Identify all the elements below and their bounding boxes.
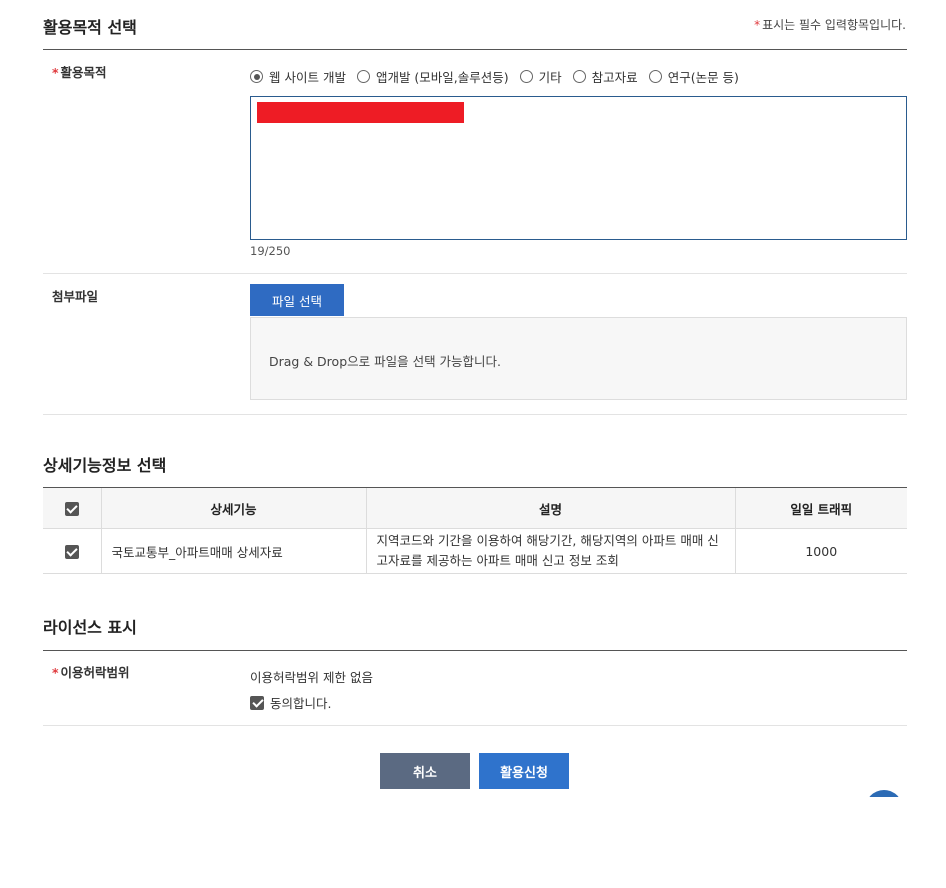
radio-label: 참고자료	[591, 70, 638, 85]
license-label: * 이용허락범위	[52, 662, 130, 681]
daily-traffic: 1000	[734, 528, 907, 574]
table-row: 국토교통부_아파트매매 상세자료 지역코드와 기간을 이용하여 해당기간, 해당…	[43, 528, 907, 574]
radio-label: 앱개발 (모바일,솔루션등)	[375, 70, 509, 85]
select-all-checkbox[interactable]	[64, 501, 79, 516]
row-divider	[43, 725, 907, 726]
radio-button[interactable]	[648, 70, 662, 83]
radio-app[interactable]: 앱개발 (모바일,솔루션등)	[356, 67, 509, 86]
required-star: *	[52, 65, 59, 80]
page-blank-area	[0, 797, 946, 888]
drop-zone-text: Drag & Drop으로 파일을 선택 가능합니다.	[269, 354, 502, 369]
agree-checkbox-label[interactable]: 동의합니다.	[250, 693, 331, 712]
radio-label: 연구(논문 등)	[667, 70, 739, 85]
radio-label: 기타	[538, 70, 562, 85]
row-checkbox[interactable]	[64, 544, 79, 559]
required-note: * 표시는 필수 입력항목입니다.	[754, 16, 906, 33]
radio-research[interactable]: 연구(논문 등)	[648, 67, 739, 86]
required-note-text: 표시는 필수 입력항목입니다.	[762, 18, 906, 32]
required-star: *	[52, 665, 59, 680]
row-divider	[43, 273, 907, 274]
apply-button[interactable]: 활용신청	[479, 753, 569, 789]
radio-button[interactable]	[572, 70, 586, 83]
detail-section-title: 상세기능정보 선택	[43, 456, 167, 475]
radio-button[interactable]	[519, 70, 533, 83]
agree-text: 동의합니다.	[270, 696, 332, 711]
section-divider	[43, 650, 907, 651]
column-header: 일일 트래픽	[734, 487, 907, 529]
section-divider	[43, 49, 907, 50]
purpose-radio-group: 웹 사이트 개발 앱개발 (모바일,솔루션등) 기타 참고자료 연구(논문 등)	[250, 67, 750, 86]
function-description: 지역코드와 기간을 이용하여 해당기간, 해당지역의 아파트 매매 신고자료를 …	[365, 528, 735, 574]
function-name: 국토교통부_아파트매매 상세자료	[100, 528, 366, 574]
column-header: 설명	[365, 487, 735, 529]
purpose-textarea[interactable]	[250, 96, 907, 240]
char-counter: 19/250	[250, 244, 291, 258]
attachment-label: 첨부파일	[52, 289, 99, 304]
table-header-row: 상세기능 설명 일일 트래픽	[43, 487, 907, 529]
radio-button[interactable]	[356, 70, 370, 83]
agree-checkbox[interactable]	[250, 695, 264, 710]
radio-button[interactable]	[250, 70, 263, 83]
license-section-title: 라이선스 표시	[43, 618, 137, 637]
radio-label: 웹 사이트 개발	[269, 70, 346, 85]
file-select-button[interactable]: 파일 선택	[250, 284, 344, 316]
license-label-text: 이용허락범위	[60, 665, 130, 680]
row-check-cell	[43, 528, 101, 574]
select-all-cell	[43, 487, 101, 529]
column-header: 상세기능	[100, 487, 366, 529]
radio-reference[interactable]: 참고자료	[572, 67, 638, 86]
purpose-label-text: 활용목적	[60, 65, 107, 80]
file-drop-zone[interactable]: Drag & Drop으로 파일을 선택 가능합니다.	[250, 317, 907, 400]
required-star: *	[754, 18, 761, 32]
redacted-text	[257, 102, 464, 123]
row-divider	[43, 414, 907, 415]
license-scope-value: 이용허락범위 제한 없음	[250, 670, 373, 685]
radio-other[interactable]: 기타	[519, 67, 562, 86]
purpose-label: * 활용목적	[52, 62, 107, 81]
detail-function-table: 상세기능 설명 일일 트래픽 국토교통부_아파트매매 상세자료 지역코드와 기간…	[43, 487, 907, 574]
purpose-section-title: 활용목적 선택	[43, 18, 137, 37]
radio-website[interactable]: 웹 사이트 개발	[250, 67, 346, 86]
cancel-button[interactable]: 취소	[380, 753, 470, 789]
